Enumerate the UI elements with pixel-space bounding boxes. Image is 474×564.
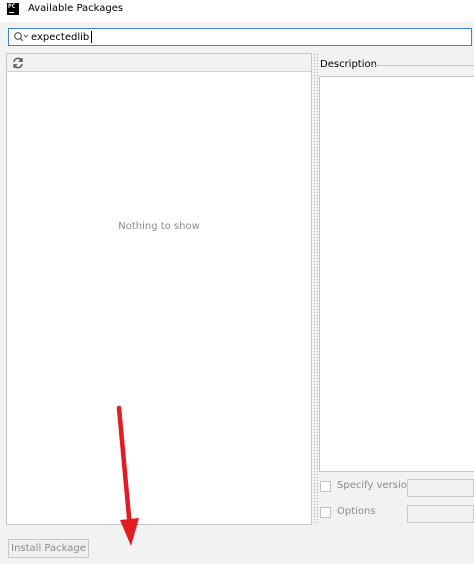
description-panel: [319, 76, 474, 472]
version-select[interactable]: [407, 479, 474, 497]
text-caret: [91, 31, 92, 43]
specify-version-label: Specify version: [337, 480, 414, 491]
search-input[interactable]: [31, 30, 461, 44]
specify-version-row: Specify version: [320, 479, 474, 497]
options-checkbox[interactable]: [320, 507, 331, 518]
panel-splitter[interactable]: [312, 53, 319, 525]
list-toolbar: [7, 54, 311, 72]
description-separator: [372, 65, 474, 66]
available-packages-dialog: PC Available Packages Nothing to show De…: [0, 0, 474, 564]
description-label: Description: [320, 59, 377, 70]
refresh-icon[interactable]: [11, 56, 25, 70]
window-title: Available Packages: [28, 3, 124, 14]
search-field[interactable]: [8, 28, 472, 46]
package-list[interactable]: Nothing to show: [6, 53, 312, 525]
title-bar: PC Available Packages: [0, 0, 474, 22]
pycharm-logo-icon: PC: [7, 3, 19, 15]
options-label: Options: [337, 506, 376, 517]
app-icon-text: PC: [8, 3, 16, 10]
search-icon[interactable]: [13, 31, 29, 43]
options-row: Options: [320, 505, 474, 523]
empty-list-message: Nothing to show: [118, 221, 200, 232]
options-input[interactable]: [407, 505, 474, 523]
specify-version-checkbox[interactable]: [320, 481, 331, 492]
install-package-button[interactable]: Install Package: [8, 539, 89, 558]
